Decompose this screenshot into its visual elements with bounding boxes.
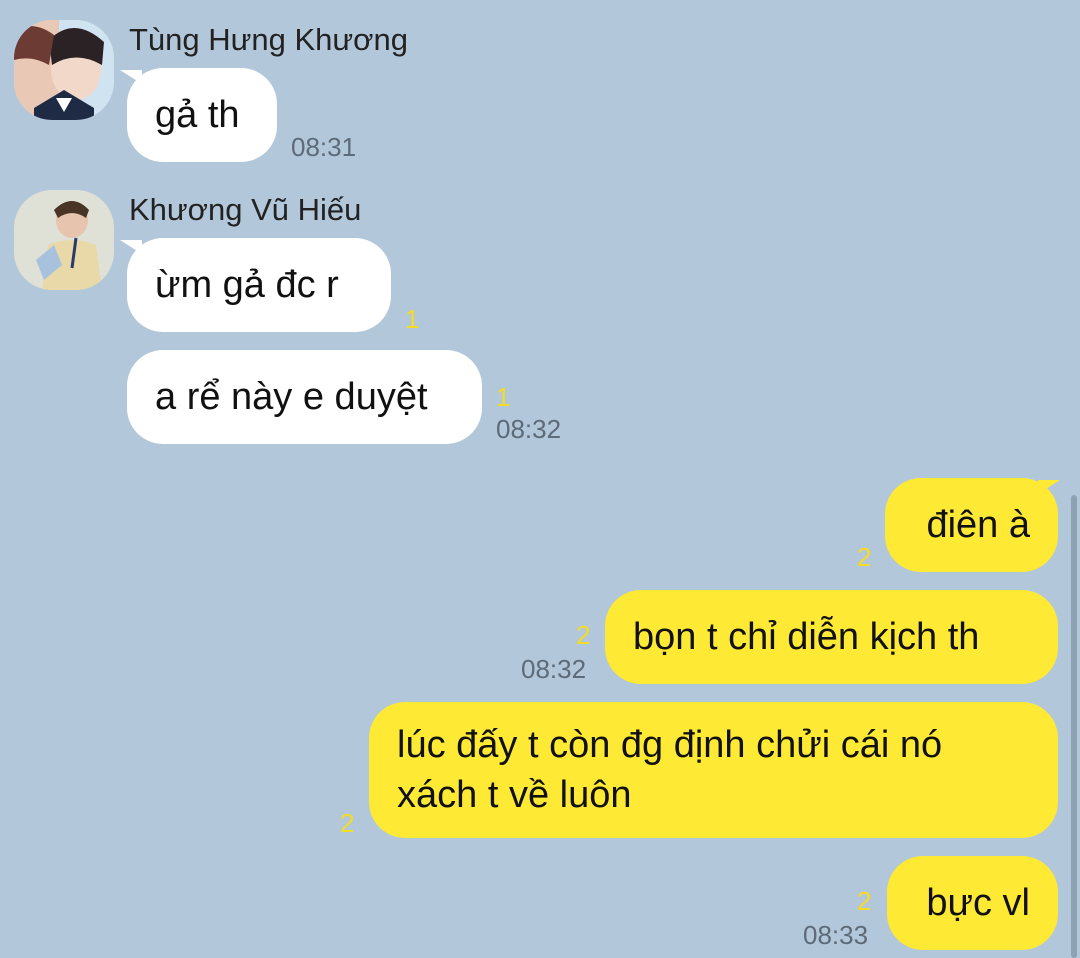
- message-bubble[interactable]: lúc đấy t còn đg định chửi cái nó xách t…: [369, 702, 1058, 838]
- message-text: lúc đấy t còn đg định chửi cái nó xách t…: [397, 724, 943, 816]
- scrollbar[interactable]: [1071, 495, 1077, 958]
- message-text: a rể này e duyệt: [155, 376, 428, 418]
- unread-count: 2: [857, 542, 872, 572]
- unread-count: 2: [857, 886, 872, 916]
- profile-photo-icon: [14, 190, 114, 290]
- message-timestamp: 08:32: [521, 654, 587, 684]
- message-bubble[interactable]: bọn t chỉ diễn kịch th: [605, 590, 1058, 684]
- message-bubble[interactable]: ừm gả đc r: [127, 238, 391, 332]
- profile-photo-icon: [14, 20, 114, 120]
- message-text: gả th: [155, 94, 240, 136]
- unread-count: 2: [576, 620, 591, 650]
- message-text: điên à: [926, 504, 1030, 546]
- unread-count: 1: [496, 382, 511, 412]
- message-bubble[interactable]: gả th: [127, 68, 277, 162]
- message-timestamp: 08:31: [291, 132, 357, 162]
- avatar-khuong-vu-hieu[interactable]: [14, 190, 114, 290]
- message-text: bọn t chỉ diễn kịch th: [633, 616, 980, 658]
- message-text: bực vl: [926, 882, 1030, 924]
- avatar-tung-hung-khuong[interactable]: [14, 20, 114, 120]
- sender-name: Khương Vũ Hiếu: [129, 192, 362, 227]
- message-bubble[interactable]: a rể này e duyệt: [127, 350, 482, 444]
- message-bubble[interactable]: bực vl: [887, 856, 1058, 950]
- message-bubble[interactable]: điên à: [885, 478, 1058, 572]
- sender-name: Tùng Hưng Khương: [129, 22, 408, 57]
- message-timestamp: 08:32: [496, 414, 562, 444]
- unread-count: 1: [405, 304, 420, 334]
- message-text: ừm gả đc r: [155, 264, 339, 306]
- unread-count: 2: [340, 808, 355, 838]
- message-timestamp: 08:33: [803, 920, 869, 950]
